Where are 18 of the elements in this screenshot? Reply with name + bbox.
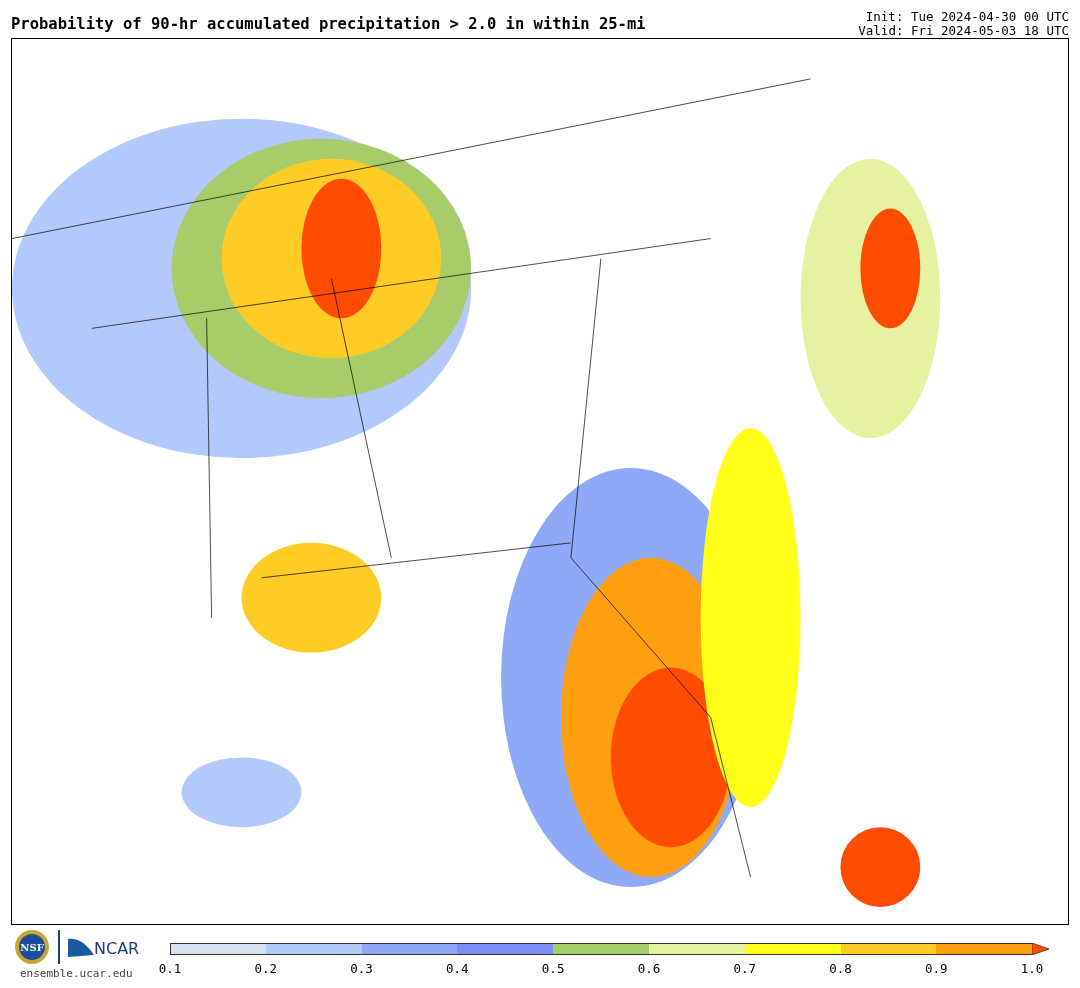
- legend-tick-label: 0.6: [637, 961, 661, 976]
- valid-time: Valid: Fri 2024-05-03 18 UTC: [858, 24, 1069, 38]
- legend-tick-label: 0.2: [254, 961, 277, 976]
- chart-title: Probability of 90-hr accumulated precipitation > 2.0 in within 25-mi: [11, 16, 646, 35]
- legend-tick-label: 0.8: [829, 961, 852, 976]
- legend-tick-label: 0.4: [446, 961, 469, 976]
- site-url: ensemble.ucar.edu: [19, 968, 134, 979]
- legend-tick-label: 0.5: [541, 961, 565, 976]
- logo-divider: [58, 930, 60, 964]
- legend-tick-label: 0.9: [925, 961, 948, 976]
- legend-tick-label: 0.3: [350, 961, 373, 976]
- swoosh-icon: [68, 937, 94, 957]
- seal-text: NSF: [20, 942, 44, 953]
- legend-tick-label: 0.7: [733, 961, 756, 976]
- legend-tick-label: 0.1: [158, 961, 182, 976]
- logo-text: NCAR: [94, 941, 140, 957]
- legend-tick-label: 1.0: [1020, 961, 1044, 976]
- init-time: Init: Tue 2024-04-30 00 UTC: [864, 10, 1069, 24]
